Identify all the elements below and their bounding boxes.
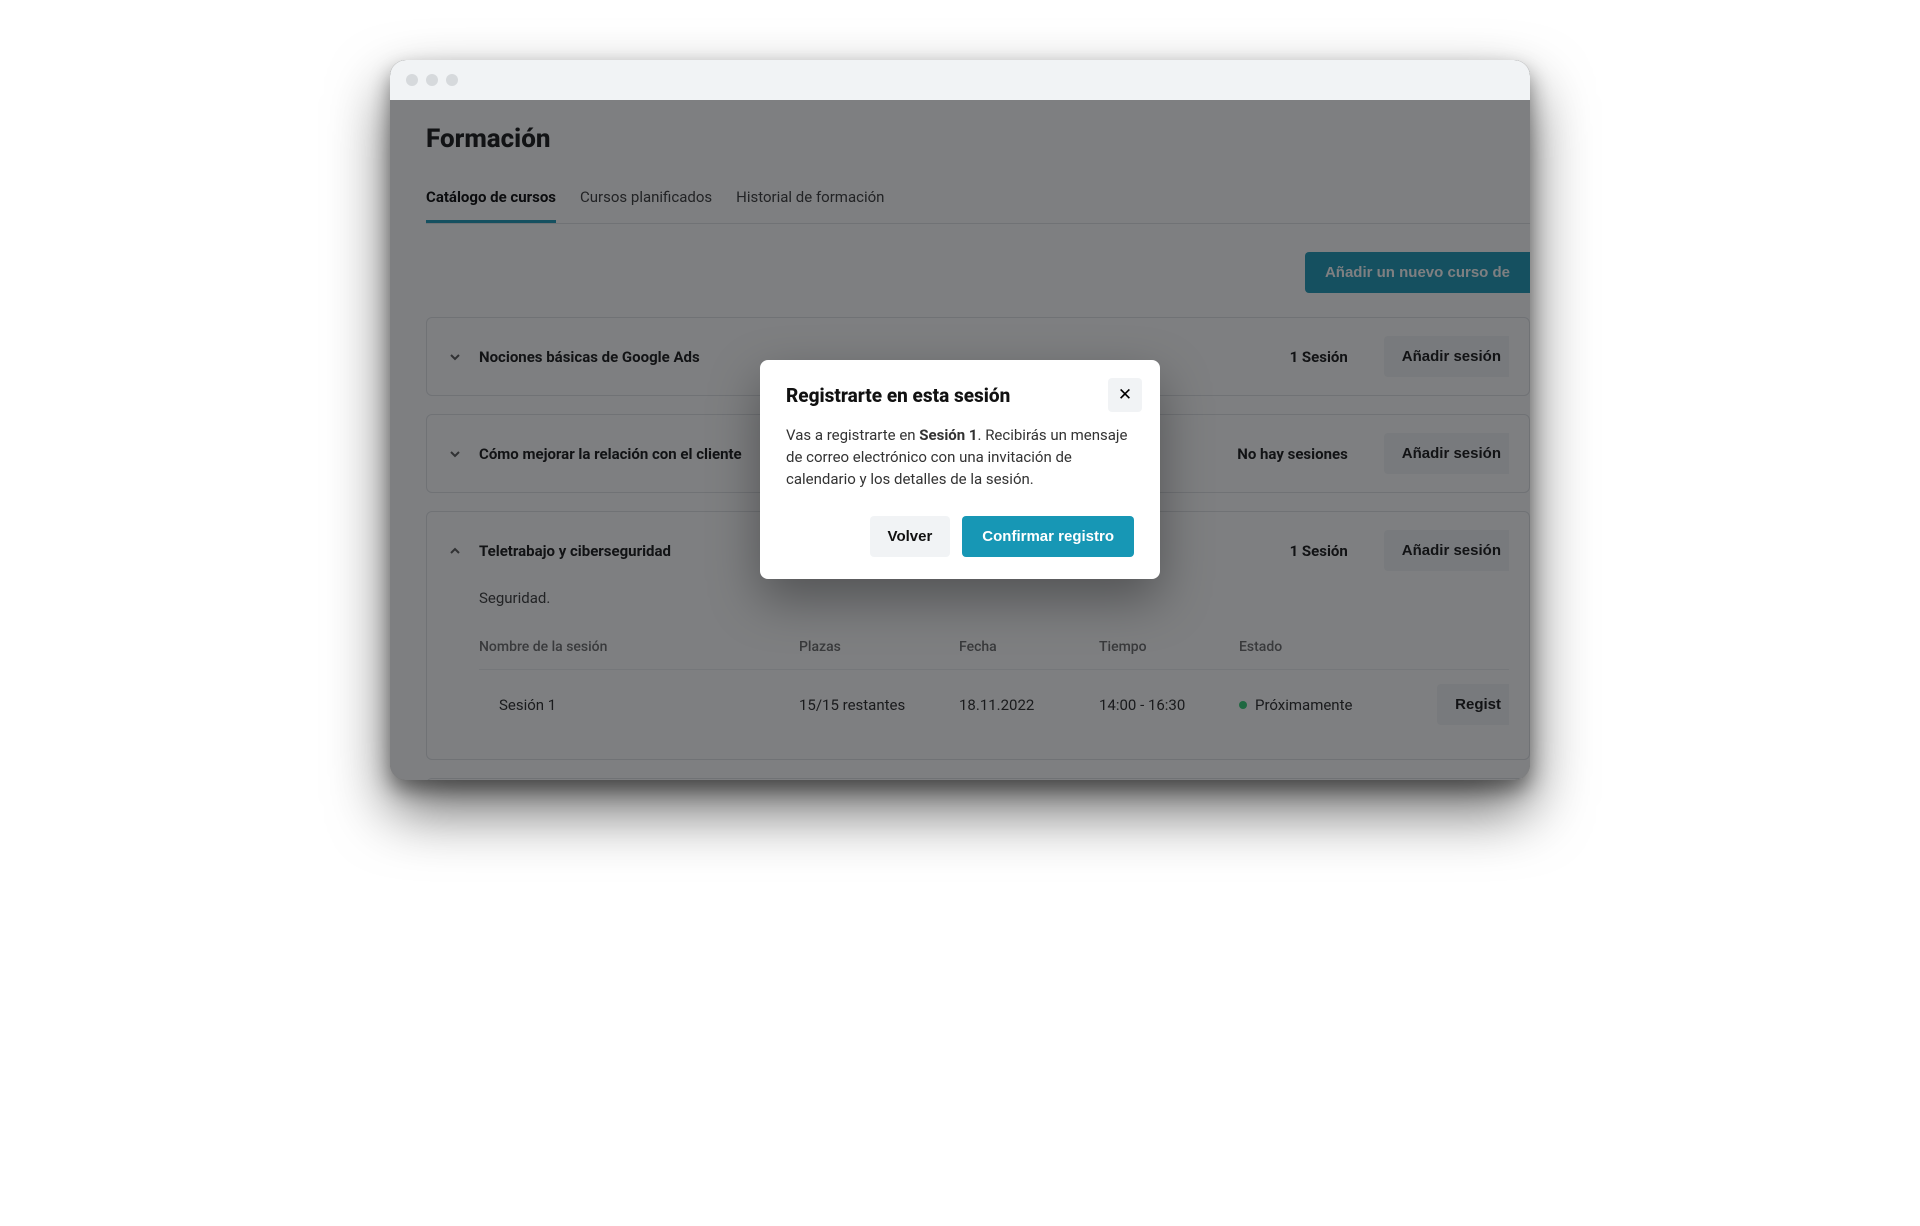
modal-body-bold: Sesión 1 xyxy=(919,426,977,444)
modal-actions: Volver Confirmar registro xyxy=(786,516,1134,557)
browser-chrome xyxy=(390,60,1530,100)
window-dot xyxy=(426,74,438,86)
register-modal: Registrarte en esta sesión ✕ Vas a regis… xyxy=(760,360,1160,579)
browser-frame: Formación Catálogo de cursos Cursos plan… xyxy=(390,60,1530,780)
confirm-register-button[interactable]: Confirmar registro xyxy=(962,516,1134,557)
modal-title: Registrarte en esta sesión xyxy=(786,384,1134,407)
close-icon: ✕ xyxy=(1118,385,1132,405)
modal-overlay[interactable]: Registrarte en esta sesión ✕ Vas a regis… xyxy=(390,100,1530,780)
window-dot xyxy=(446,74,458,86)
back-button[interactable]: Volver xyxy=(870,516,951,557)
modal-body-prefix: Vas a registrarte en xyxy=(786,426,919,444)
app-body: Formación Catálogo de cursos Cursos plan… xyxy=(390,100,1530,780)
modal-close-button[interactable]: ✕ xyxy=(1108,378,1142,412)
modal-body: Vas a registrarte en Sesión 1. Recibirás… xyxy=(786,425,1134,490)
window-dot xyxy=(406,74,418,86)
